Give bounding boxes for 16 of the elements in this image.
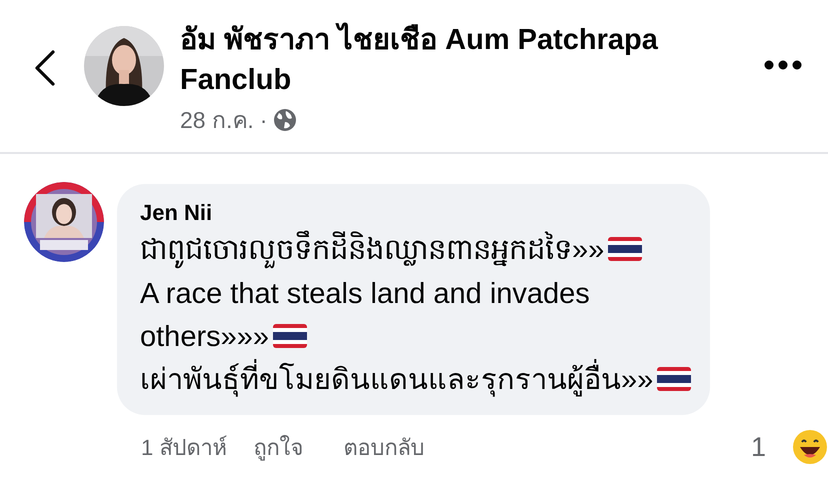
post-date[interactable]: 28 ก.ค.	[180, 102, 254, 138]
separator-dot: ·	[260, 106, 268, 134]
globe-icon	[273, 108, 298, 132]
reaction-count: 1	[750, 432, 766, 463]
comment-text: others»»»	[140, 320, 269, 356]
comment-action-link[interactable]: ถูกใจ	[253, 430, 304, 465]
comment-time: 1 สัปดาห์	[141, 434, 228, 462]
comment-text: ជាពូជចោរលួចទឹកដីនិងឈ្លានពានអ្នកដទៃ»»	[140, 229, 604, 272]
comment-text: เผ่าพันธุ์ที่ขโมยดินแดนและรุกรานผู้อื่น»»	[140, 359, 654, 402]
comment-action-link[interactable]: ตอบกลับ	[343, 430, 424, 465]
comment-text: A race that steals land and invades	[140, 276, 590, 312]
laughing-emoji-icon[interactable]	[792, 429, 828, 466]
commenter-name[interactable]: Jen Nii	[140, 200, 212, 226]
back-icon[interactable]	[34, 50, 56, 86]
more-options-icon[interactable]	[764, 60, 802, 70]
page-title[interactable]: อัม พัชราภา ไชยเชือ Aum Patchrapa Fanclub	[180, 20, 680, 100]
